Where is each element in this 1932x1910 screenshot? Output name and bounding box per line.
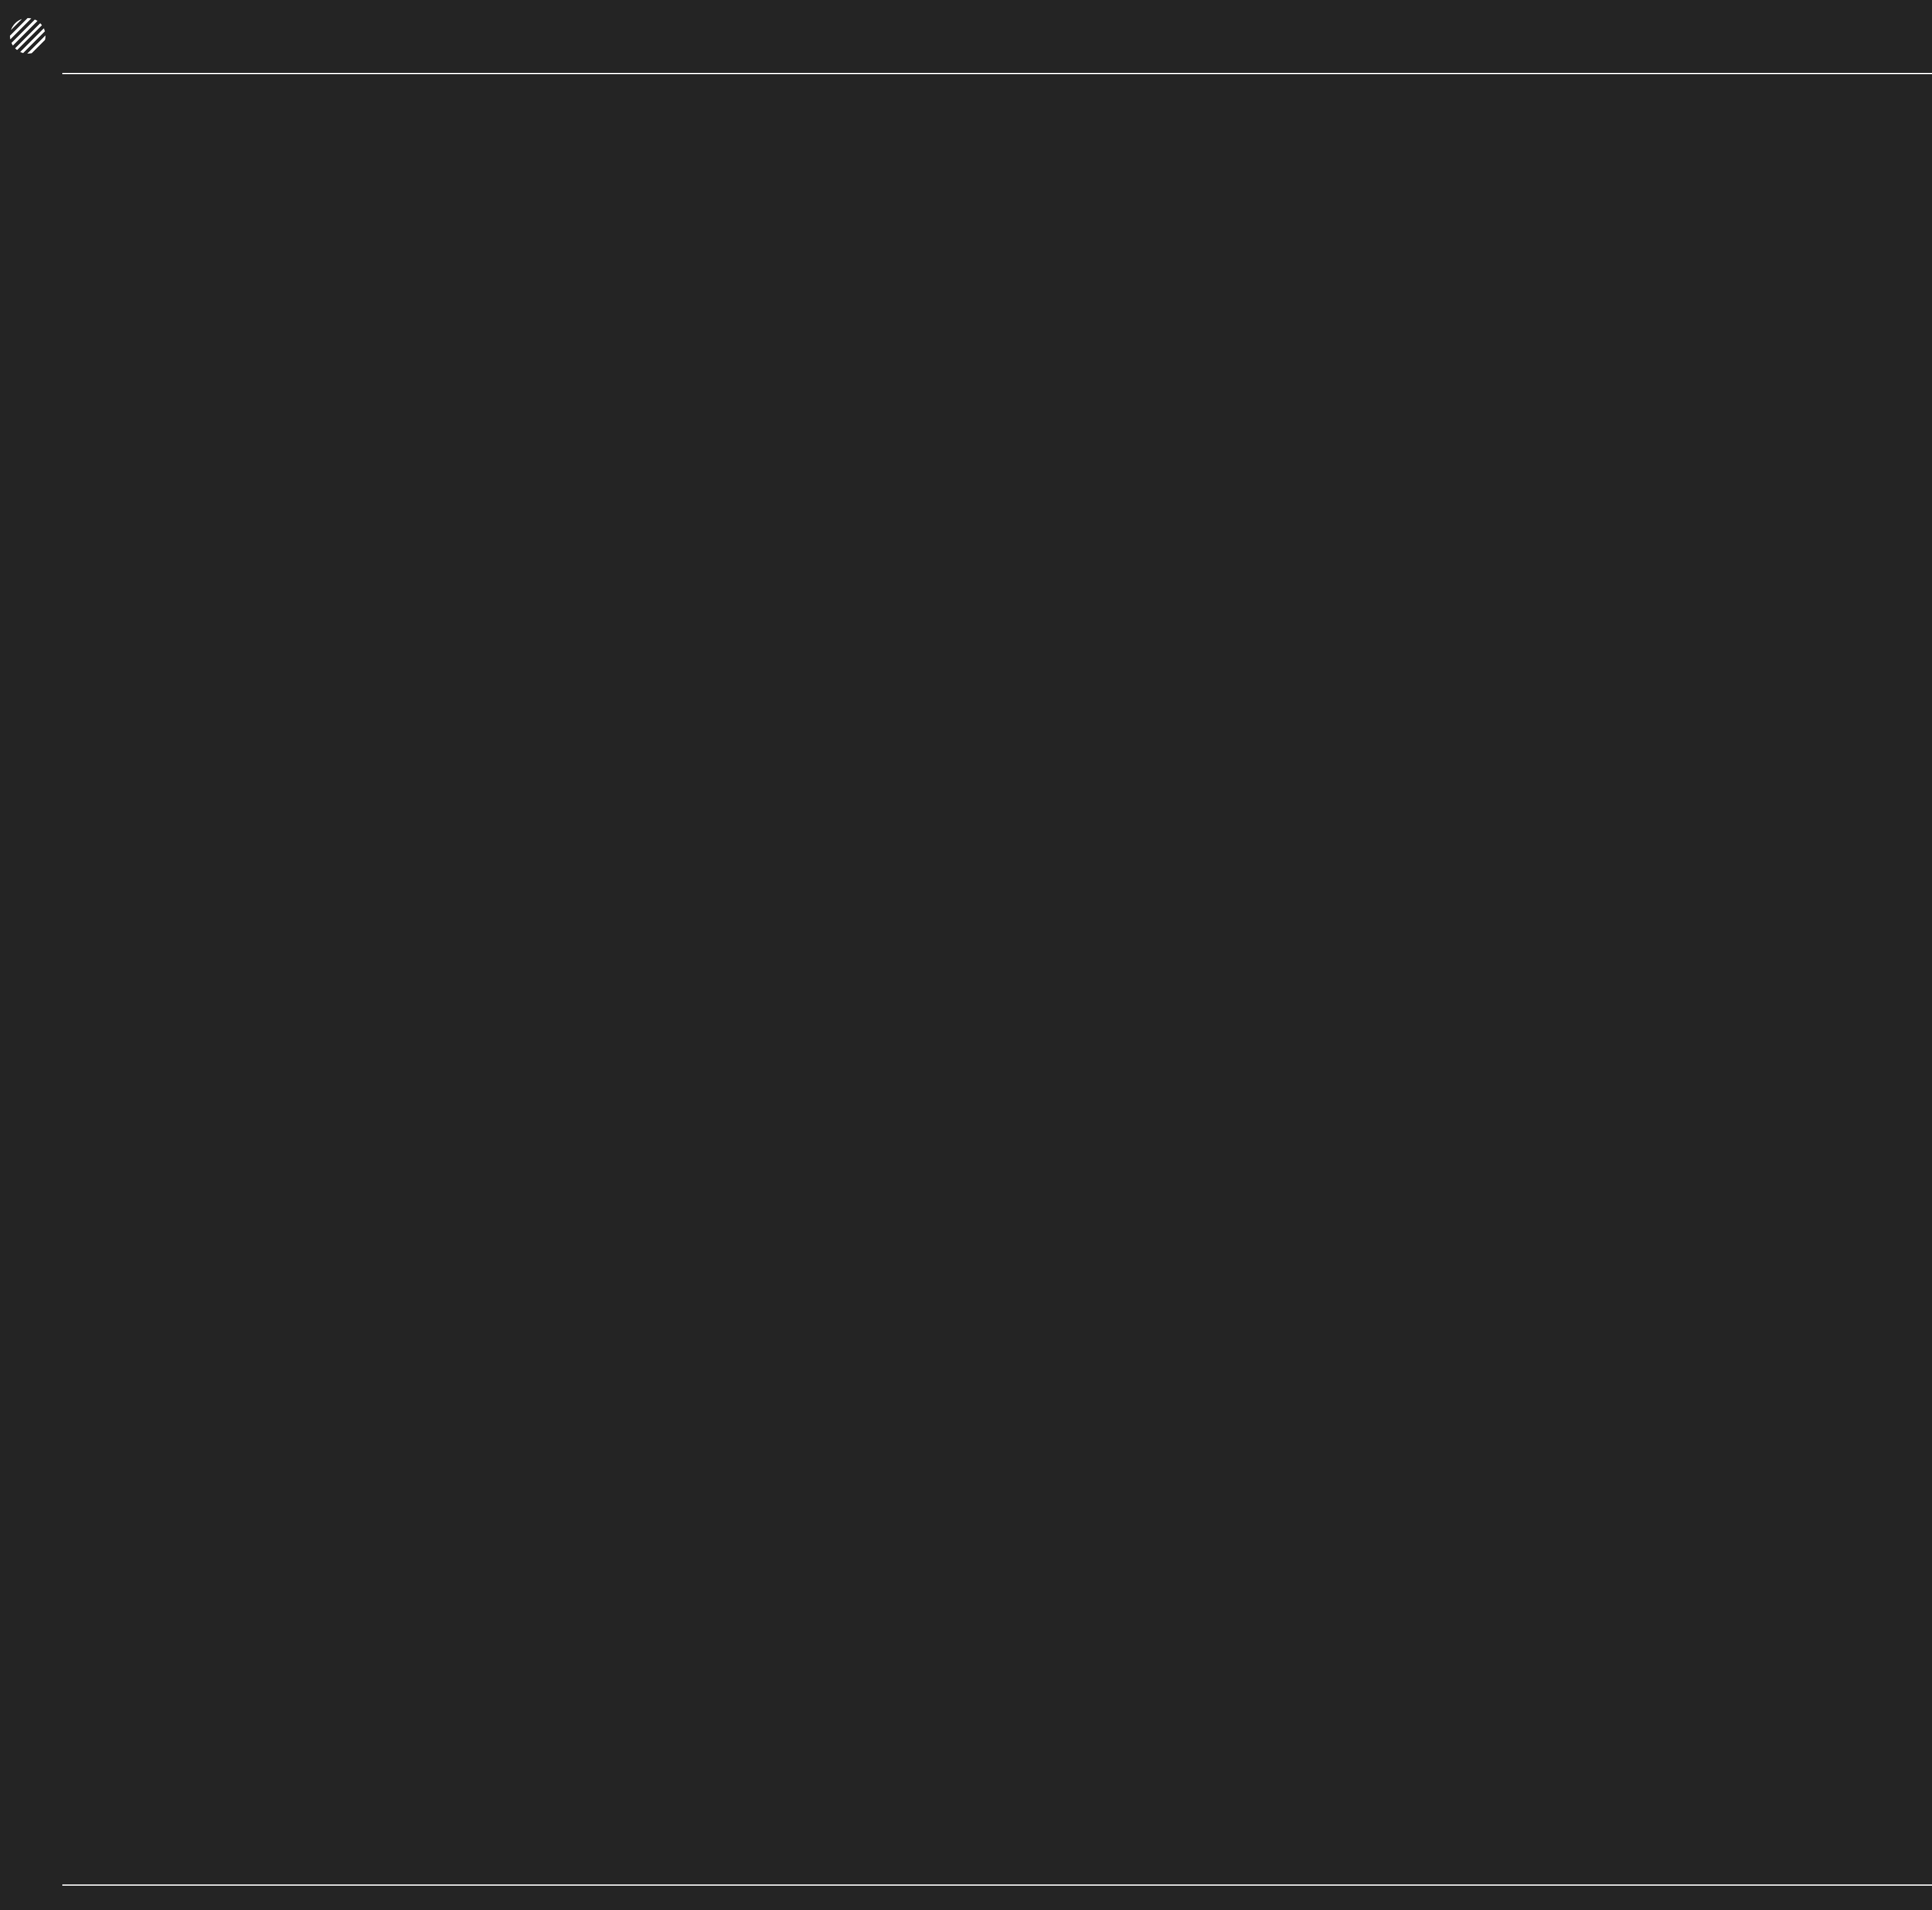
gfz-logo-icon <box>10 18 45 54</box>
plot-bottom-axis-line <box>62 1884 1932 1886</box>
colorbar-gradient <box>530 12 1465 26</box>
spectrogram-canvas <box>62 74 1932 1884</box>
spectrogram-page: { "header": { "org": "GFZ", "subtitle_li… <box>0 0 1932 1910</box>
